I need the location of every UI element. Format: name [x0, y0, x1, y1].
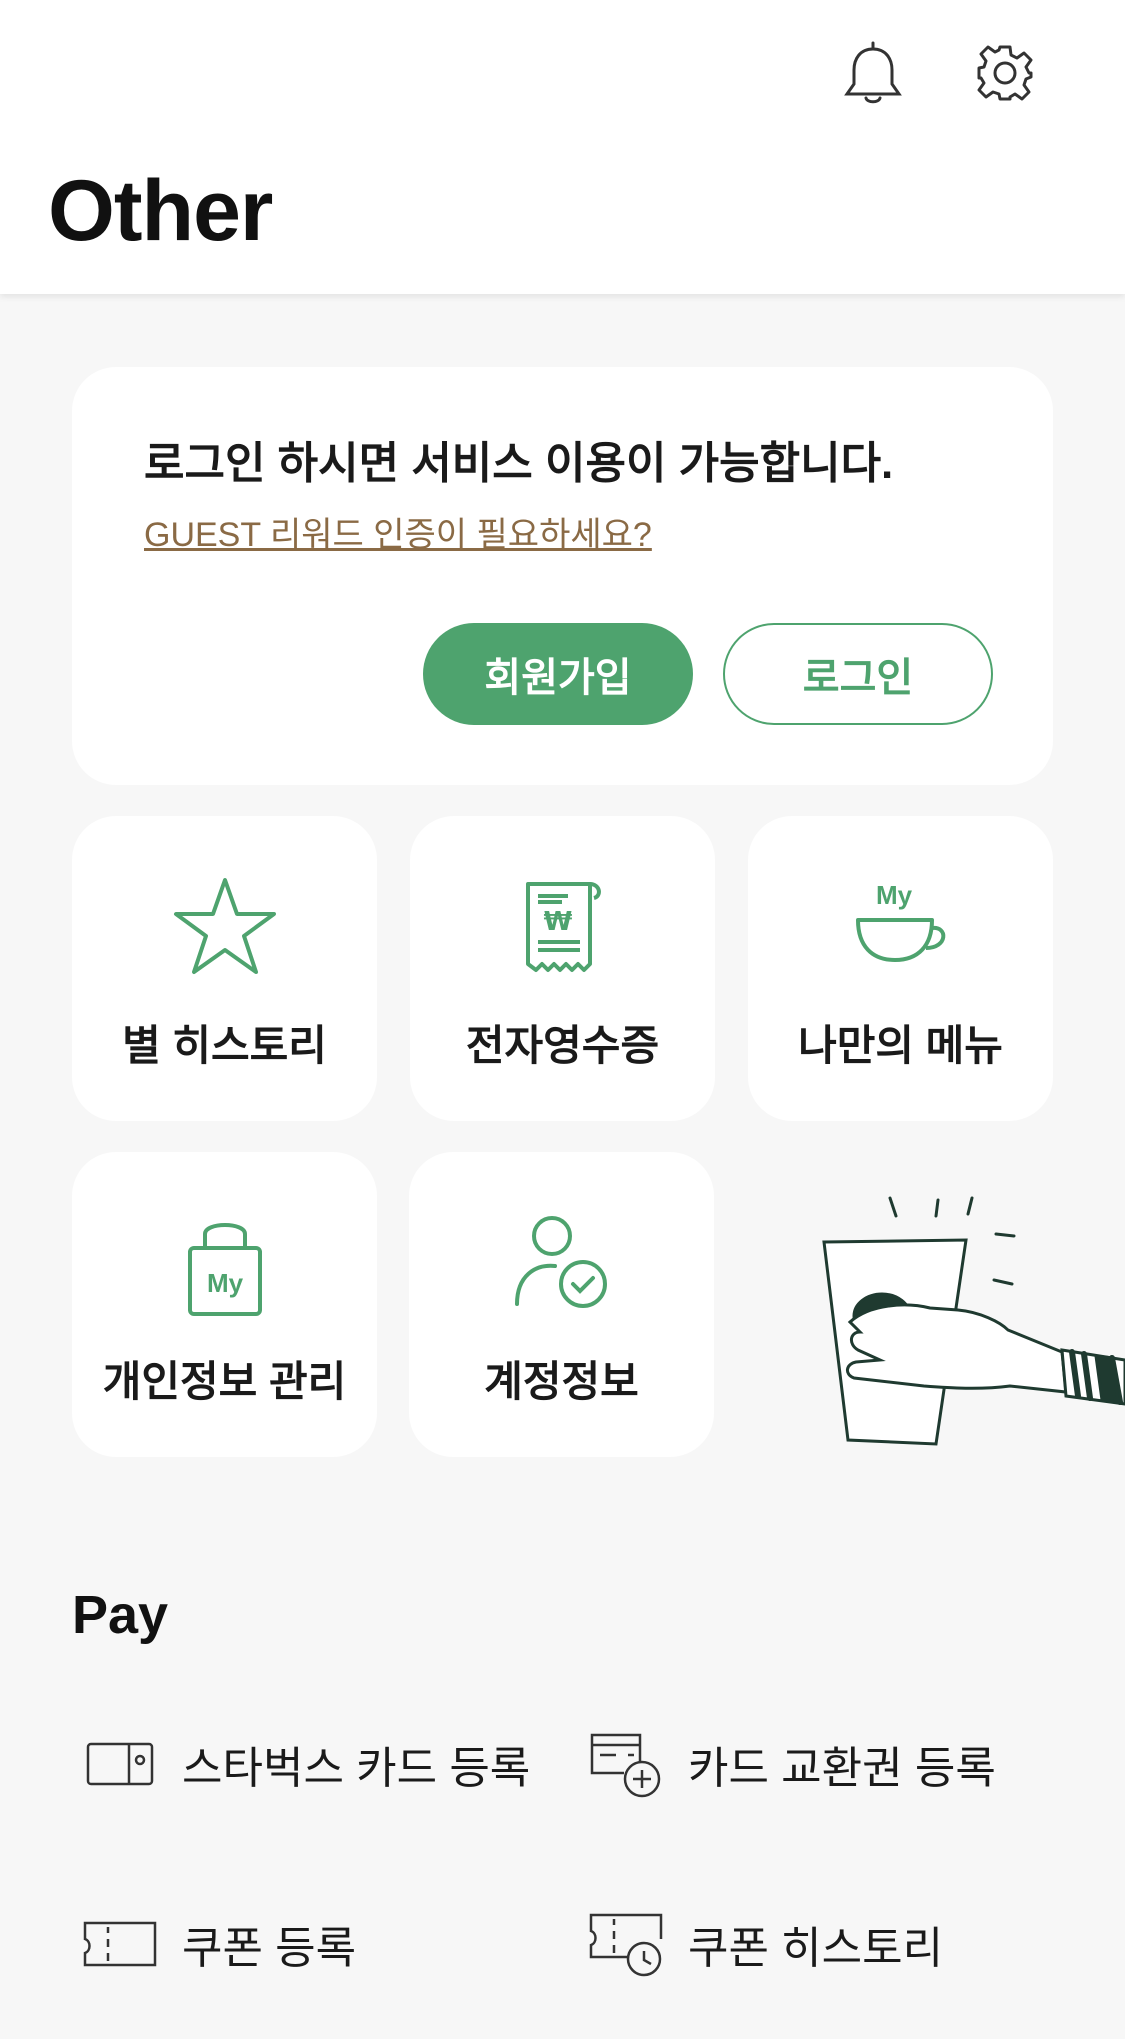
- bell-icon[interactable]: [838, 38, 908, 108]
- svg-text:My: My: [206, 1268, 243, 1298]
- pay-item-register-card[interactable]: 스타벅스 카드 등록: [82, 1724, 530, 1804]
- gear-icon[interactable]: [970, 38, 1040, 108]
- top-header: Other: [0, 0, 1125, 294]
- pay-item-label: 쿠폰 히스토리: [688, 1924, 944, 1973]
- login-card: 로그인 하시면 서비스 이용이 가능합니다. GUEST 리워드 인증이 필요하…: [72, 367, 1053, 785]
- star-icon: [72, 876, 377, 986]
- login-message: 로그인 하시면 서비스 이용이 가능합니다.: [144, 439, 894, 488]
- receipt-icon: ₩: [410, 876, 715, 986]
- tile-privacy[interactable]: My 개인정보 관리: [72, 1152, 377, 1457]
- svg-text:₩: ₩: [543, 907, 572, 937]
- pay-item-label: 스타벅스 카드 등록: [182, 1744, 531, 1793]
- page-title: Other: [48, 163, 273, 259]
- tile-e-receipt[interactable]: ₩ 전자영수증: [410, 816, 715, 1121]
- pay-section-title: Pay: [72, 1585, 169, 1645]
- pay-item-label: 쿠폰 등록: [182, 1924, 357, 1973]
- tile-label: 계정정보: [484, 1358, 639, 1405]
- coupon-history-icon: [588, 1909, 664, 1979]
- tile-my-menu[interactable]: My 나만의 메뉴: [748, 816, 1053, 1121]
- account-check-icon: [409, 1212, 714, 1322]
- join-button[interactable]: 회원가입: [423, 623, 693, 725]
- card-icon: [82, 1729, 158, 1799]
- guest-reward-link[interactable]: GUEST 리워드 인증이 필요하세요?: [144, 507, 652, 556]
- svg-text:My: My: [875, 880, 912, 910]
- tile-label: 별 히스토리: [122, 1022, 327, 1069]
- coupon-icon: [82, 1909, 158, 1979]
- tile-account-info[interactable]: 계정정보: [409, 1152, 714, 1457]
- login-button[interactable]: 로그인: [723, 623, 993, 725]
- pay-item-label: 카드 교환권 등록: [688, 1744, 996, 1793]
- my-lock-icon: My: [72, 1212, 377, 1322]
- tile-star-history[interactable]: 별 히스토리: [72, 816, 377, 1121]
- pay-item-coupon-history[interactable]: 쿠폰 히스토리: [588, 1904, 943, 1984]
- tile-label: 개인정보 관리: [102, 1358, 347, 1405]
- tile-label: 전자영수증: [465, 1022, 660, 1069]
- my-cup-icon: My: [748, 876, 1053, 986]
- pay-item-register-voucher[interactable]: 카드 교환권 등록: [588, 1724, 996, 1804]
- card-add-icon: [588, 1729, 664, 1799]
- tile-label: 나만의 메뉴: [798, 1022, 1003, 1069]
- hand-holding-cup-illustration: [810, 1190, 1125, 1460]
- pay-item-register-coupon[interactable]: 쿠폰 등록: [82, 1904, 356, 1984]
